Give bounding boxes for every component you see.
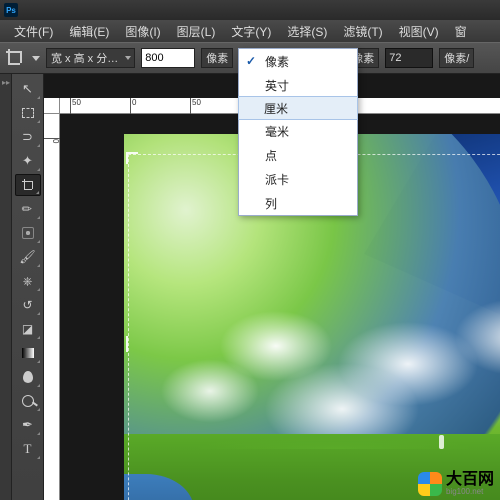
unit-option-points[interactable]: 点	[239, 143, 357, 167]
tools-panel: ↖ ⊃ ✦ ✎ 🖌 ⎈ ↺ ◪ ✒ T	[12, 74, 44, 500]
menu-view[interactable]: 视图(V)	[391, 21, 447, 42]
aspect-preset-select[interactable]: 宽 x 高 x 分…	[46, 48, 135, 68]
crop-tool[interactable]	[15, 174, 41, 196]
unit-dropdown-menu: 像素 英寸 厘米 毫米 点 派卡 列	[238, 48, 358, 216]
ruler-tick: 0	[130, 98, 136, 114]
watermark-logo-icon	[418, 472, 442, 496]
ruler-tick: 50	[190, 98, 201, 114]
width-input[interactable]	[141, 48, 195, 68]
unit-option-cm[interactable]: 厘米	[238, 96, 358, 120]
unit-option-pixels[interactable]: 像素	[239, 49, 357, 73]
watermark-url: big100.net	[446, 488, 494, 496]
menu-type[interactable]: 文字(Y)	[223, 21, 279, 42]
move-tool[interactable]: ↖	[15, 78, 41, 100]
menu-edit[interactable]: 编辑(E)	[61, 21, 117, 42]
eyedropper-tool[interactable]: ✎	[15, 198, 41, 220]
brush-tool[interactable]: 🖌	[15, 246, 41, 268]
menu-filter[interactable]: 滤镜(T)	[335, 21, 390, 42]
type-tool[interactable]: T	[15, 438, 41, 460]
clone-stamp-tool[interactable]: ⎈	[15, 270, 41, 292]
unit-option-mm[interactable]: 毫米	[239, 119, 357, 143]
menu-image[interactable]: 图像(I)	[117, 21, 168, 42]
aspect-preset-label: 宽 x 高 x 分…	[51, 50, 118, 66]
healing-brush-tool[interactable]	[15, 222, 41, 244]
resolution-unit-label: 像素/	[439, 48, 474, 68]
eraser-tool[interactable]: ◪	[15, 318, 41, 340]
unit-option-inches[interactable]: 英寸	[239, 73, 357, 97]
lasso-tool[interactable]: ⊃	[15, 126, 41, 148]
expand-panel-icon[interactable]: ▸▸	[2, 78, 10, 87]
app-icon: Ps	[4, 3, 18, 17]
dodge-tool[interactable]	[15, 390, 41, 412]
resolution-input[interactable]	[385, 48, 433, 68]
tool-preset-dropdown-icon[interactable]	[32, 56, 40, 61]
menu-window[interactable]: 窗	[447, 21, 475, 42]
blur-tool[interactable]	[15, 366, 41, 388]
watermark: 大百网 big100.net	[418, 472, 494, 496]
unit-option-picas[interactable]: 派卡	[239, 167, 357, 191]
menu-layer[interactable]: 图层(L)	[169, 21, 224, 42]
ruler-tick: 50	[70, 98, 81, 114]
ruler-origin[interactable]	[44, 98, 60, 114]
gradient-tool[interactable]	[15, 342, 41, 364]
crop-tool-icon[interactable]	[6, 49, 24, 67]
pen-tool[interactable]: ✒	[15, 414, 41, 436]
collapsed-panel[interactable]: ▸▸	[0, 74, 12, 500]
marquee-tool[interactable]	[15, 102, 41, 124]
magic-wand-tool[interactable]: ✦	[15, 150, 41, 172]
menu-file[interactable]: 文件(F)	[6, 21, 61, 42]
watermark-name: 大百网	[446, 472, 494, 488]
ruler-tick: 0	[44, 138, 60, 143]
width-unit-label: 像素	[201, 48, 233, 68]
history-brush-tool[interactable]: ↺	[15, 294, 41, 316]
menu-select[interactable]: 选择(S)	[279, 21, 335, 42]
unit-option-columns[interactable]: 列	[239, 191, 357, 215]
vertical-ruler[interactable]: 0	[44, 114, 60, 500]
menubar: 文件(F) 编辑(E) 图像(I) 图层(L) 文字(Y) 选择(S) 滤镜(T…	[0, 20, 500, 42]
